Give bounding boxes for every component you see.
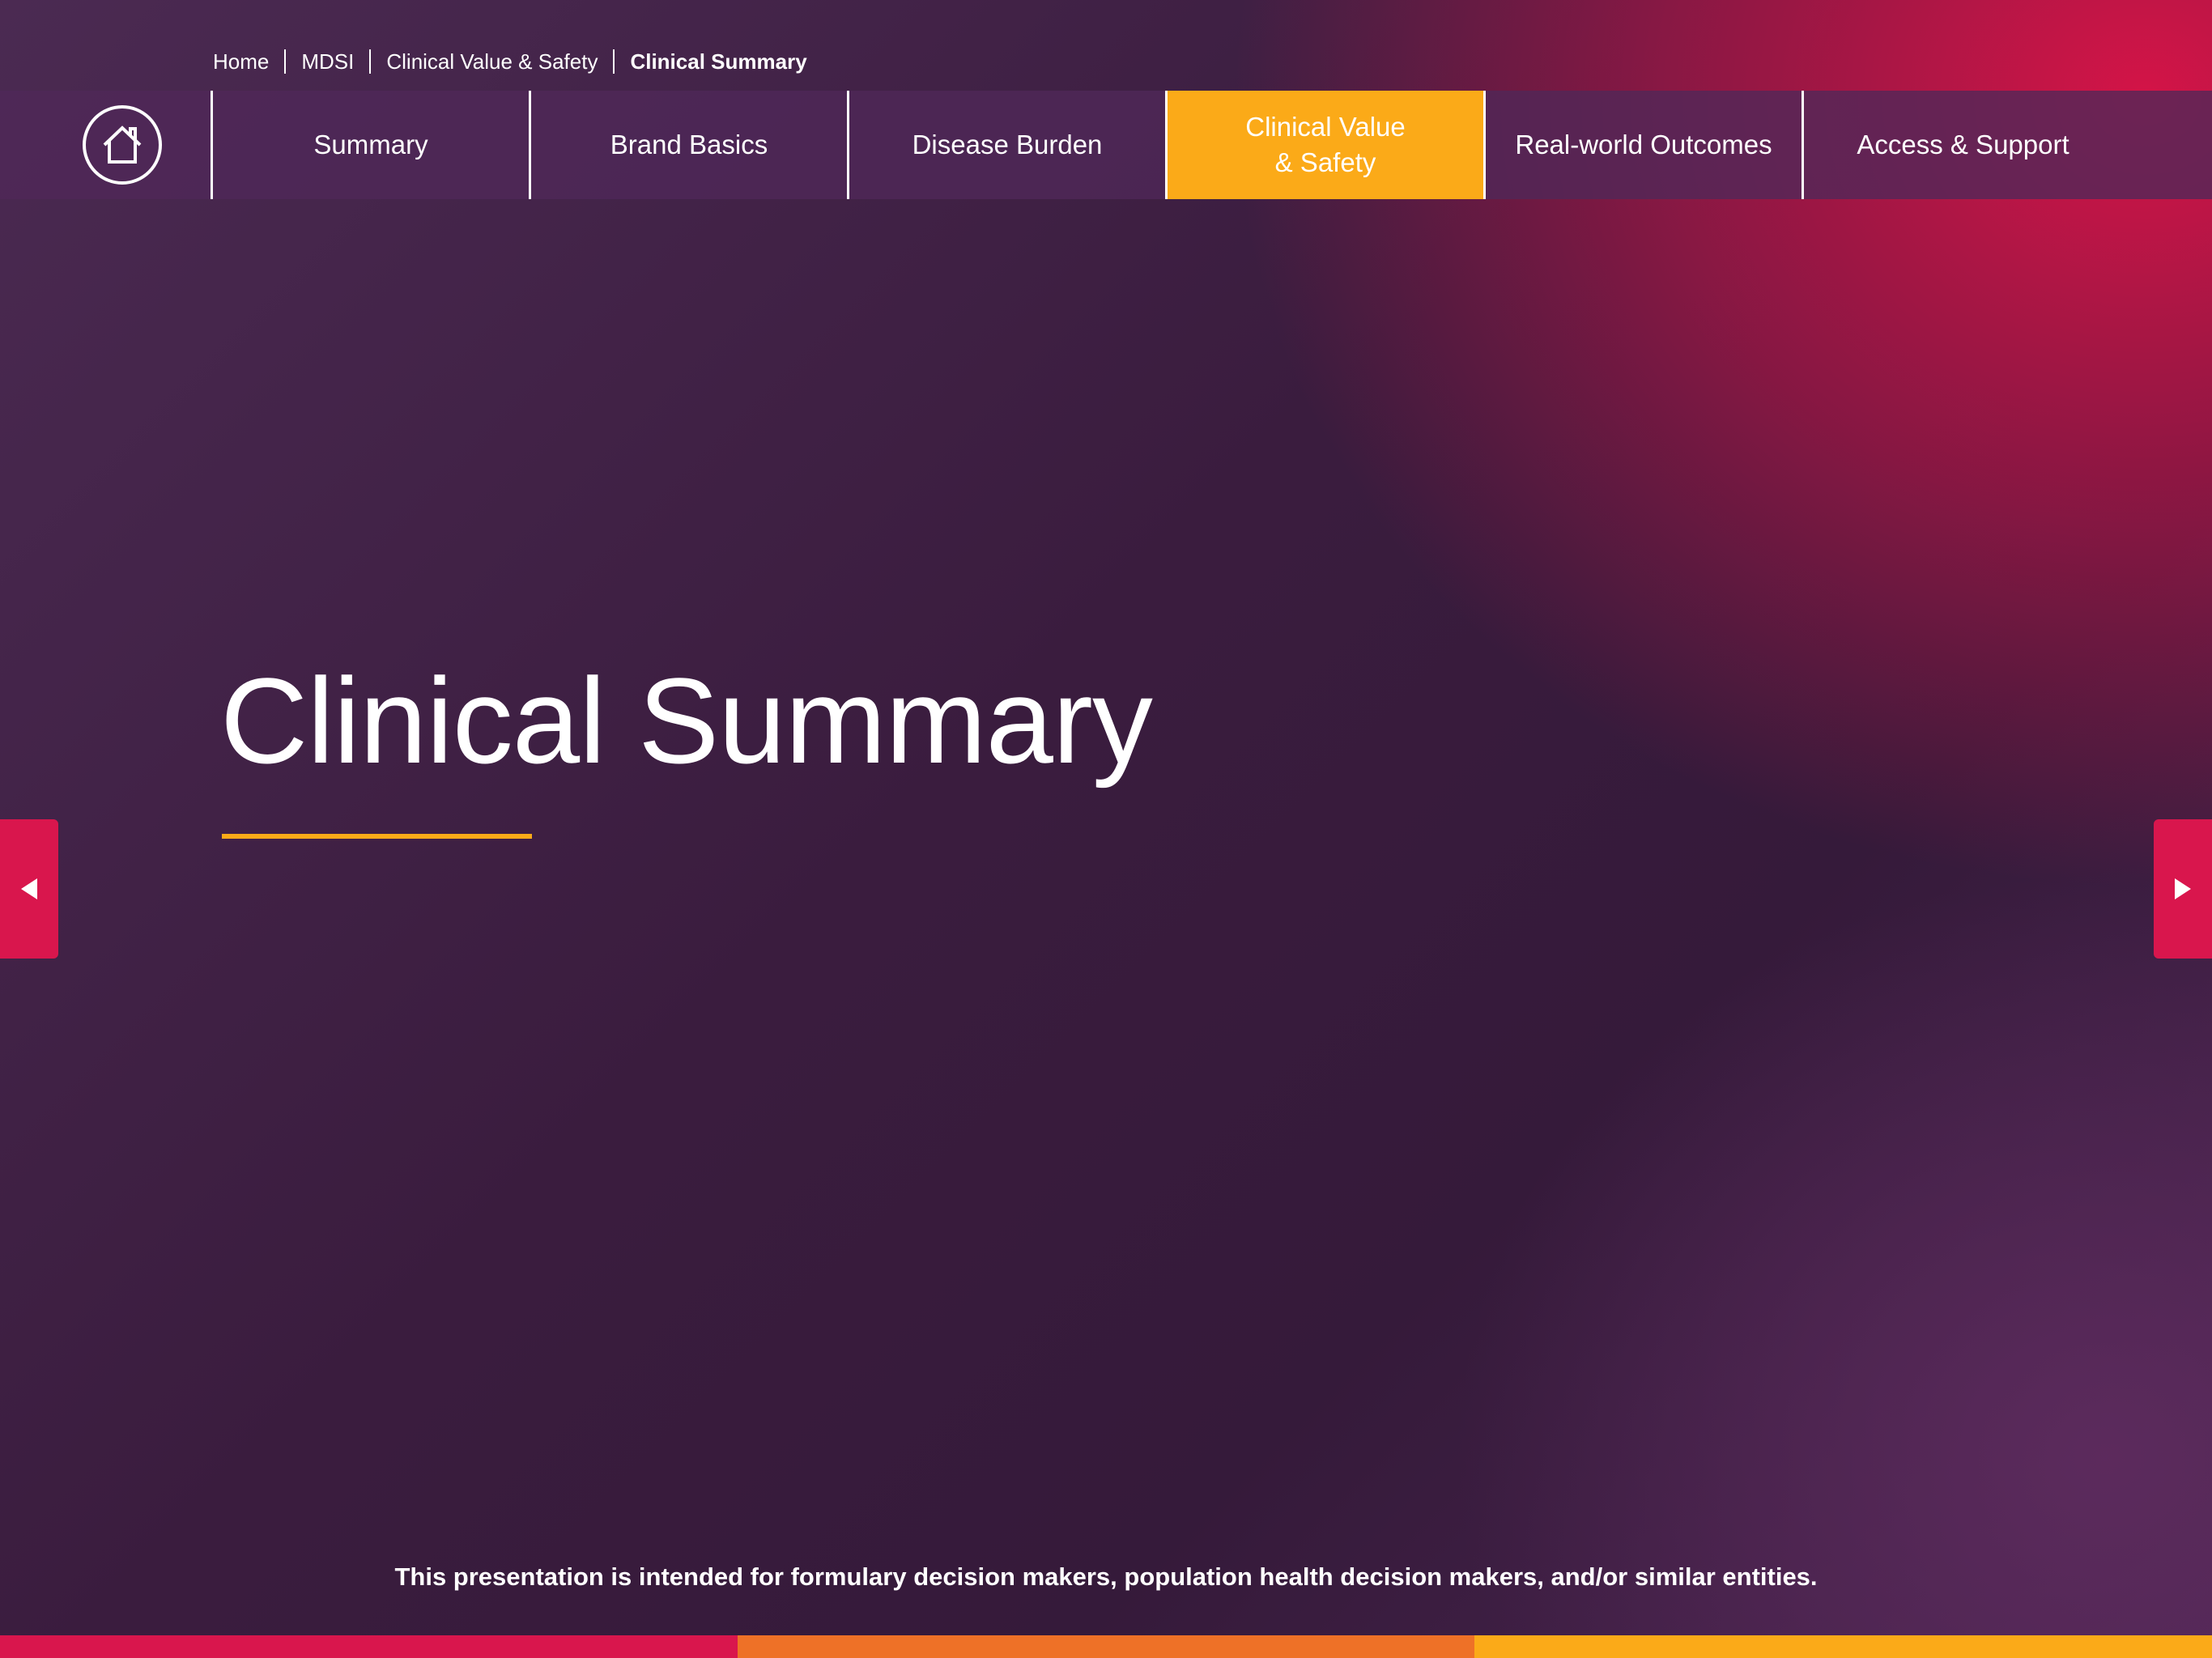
breadcrumb-separator: [613, 49, 615, 74]
breadcrumb: Home MDSI Clinical Value & Safety Clinic…: [213, 45, 807, 78]
tab-real-world-outcomes[interactable]: Real-world Outcomes: [1486, 91, 1804, 199]
breadcrumb-current: Clinical Summary: [630, 49, 807, 74]
breadcrumb-home[interactable]: Home: [213, 49, 269, 74]
title-underline: [222, 834, 532, 839]
bottom-color-stripe: [0, 1635, 2212, 1658]
previous-slide-button[interactable]: [0, 819, 58, 959]
breadcrumb-separator: [284, 49, 287, 74]
tab-brand-basics[interactable]: Brand Basics: [531, 91, 849, 199]
caret-left-icon: [21, 878, 37, 899]
tab-clinical-value-safety[interactable]: Clinical Value & Safety: [1168, 91, 1486, 199]
breadcrumb-separator: [369, 49, 372, 74]
home-button[interactable]: [0, 91, 213, 199]
next-slide-button[interactable]: [2154, 819, 2212, 959]
tab-summary[interactable]: Summary: [213, 91, 531, 199]
tab-disease-burden[interactable]: Disease Burden: [849, 91, 1168, 199]
disclaimer-text: This presentation is intended for formul…: [394, 1562, 1818, 1591]
breadcrumb-mdsi[interactable]: MDSI: [301, 49, 354, 74]
caret-right-icon: [2175, 878, 2191, 899]
breadcrumb-clinical-value-safety[interactable]: Clinical Value & Safety: [386, 49, 598, 74]
home-icon: [83, 105, 162, 185]
top-nav-bar: Summary Brand Basics Disease Burden Clin…: [0, 91, 2212, 199]
stripe-segment-yellow: [1474, 1635, 2212, 1658]
stripe-segment-orange: [737, 1635, 1475, 1658]
tab-access-support[interactable]: Access & Support: [1804, 91, 2122, 199]
slide-page: Home MDSI Clinical Value & Safety Clinic…: [0, 0, 2212, 1658]
page-title: Clinical Summary: [220, 653, 1153, 789]
stripe-segment-red: [0, 1635, 738, 1658]
